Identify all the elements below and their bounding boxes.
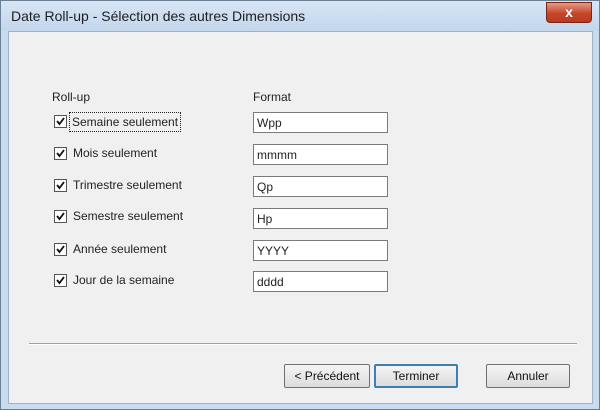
trimestre-label[interactable]: Trimestre seulement	[73, 178, 182, 192]
mois-format-input[interactable]	[253, 144, 388, 165]
checkmark-icon	[56, 181, 65, 190]
window-title: Date Roll-up - Sélection des autres Dime…	[11, 8, 306, 24]
previous-button[interactable]: < Précédent	[284, 364, 370, 388]
checkmark-icon	[56, 276, 65, 285]
checkmark-icon	[56, 245, 65, 254]
mois-checkbox[interactable]	[54, 147, 67, 160]
semaine-format-input[interactable]	[253, 112, 388, 133]
checkmark-icon	[56, 117, 65, 126]
dialog-window: Date Roll-up - Sélection des autres Dime…	[0, 0, 600, 410]
jour-format-input[interactable]	[253, 271, 388, 292]
jour-label[interactable]: Jour de la semaine	[73, 273, 174, 287]
jour-checkbox[interactable]	[54, 274, 67, 287]
annee-checkbox[interactable]	[54, 243, 67, 256]
annee-format-input[interactable]	[253, 240, 388, 261]
checkmark-icon	[56, 212, 65, 221]
dialog-content: Roll-up Format Semaine seulement Mois se…	[8, 31, 593, 404]
close-icon: x	[565, 4, 573, 20]
semaine-label[interactable]: Semaine seulement	[72, 115, 178, 129]
checkmark-icon	[56, 149, 65, 158]
separator	[29, 343, 577, 345]
finish-button[interactable]: Terminer	[374, 364, 458, 388]
semestre-format-input[interactable]	[253, 208, 388, 229]
cancel-button[interactable]: Annuler	[486, 364, 570, 388]
rollup-header: Roll-up	[52, 90, 91, 104]
title-bar: Date Roll-up - Sélection des autres Dime…	[1, 1, 599, 31]
trimestre-format-input[interactable]	[253, 176, 388, 197]
mois-label[interactable]: Mois seulement	[73, 146, 157, 160]
trimestre-checkbox[interactable]	[54, 179, 67, 192]
annee-label[interactable]: Année seulement	[73, 242, 166, 256]
semestre-label[interactable]: Semestre seulement	[73, 209, 183, 223]
focus-rectangle: Semaine seulement	[69, 112, 182, 132]
semaine-checkbox[interactable]	[54, 115, 67, 128]
semestre-checkbox[interactable]	[54, 210, 67, 223]
close-button[interactable]: x	[546, 2, 592, 23]
format-header: Format	[253, 90, 292, 104]
